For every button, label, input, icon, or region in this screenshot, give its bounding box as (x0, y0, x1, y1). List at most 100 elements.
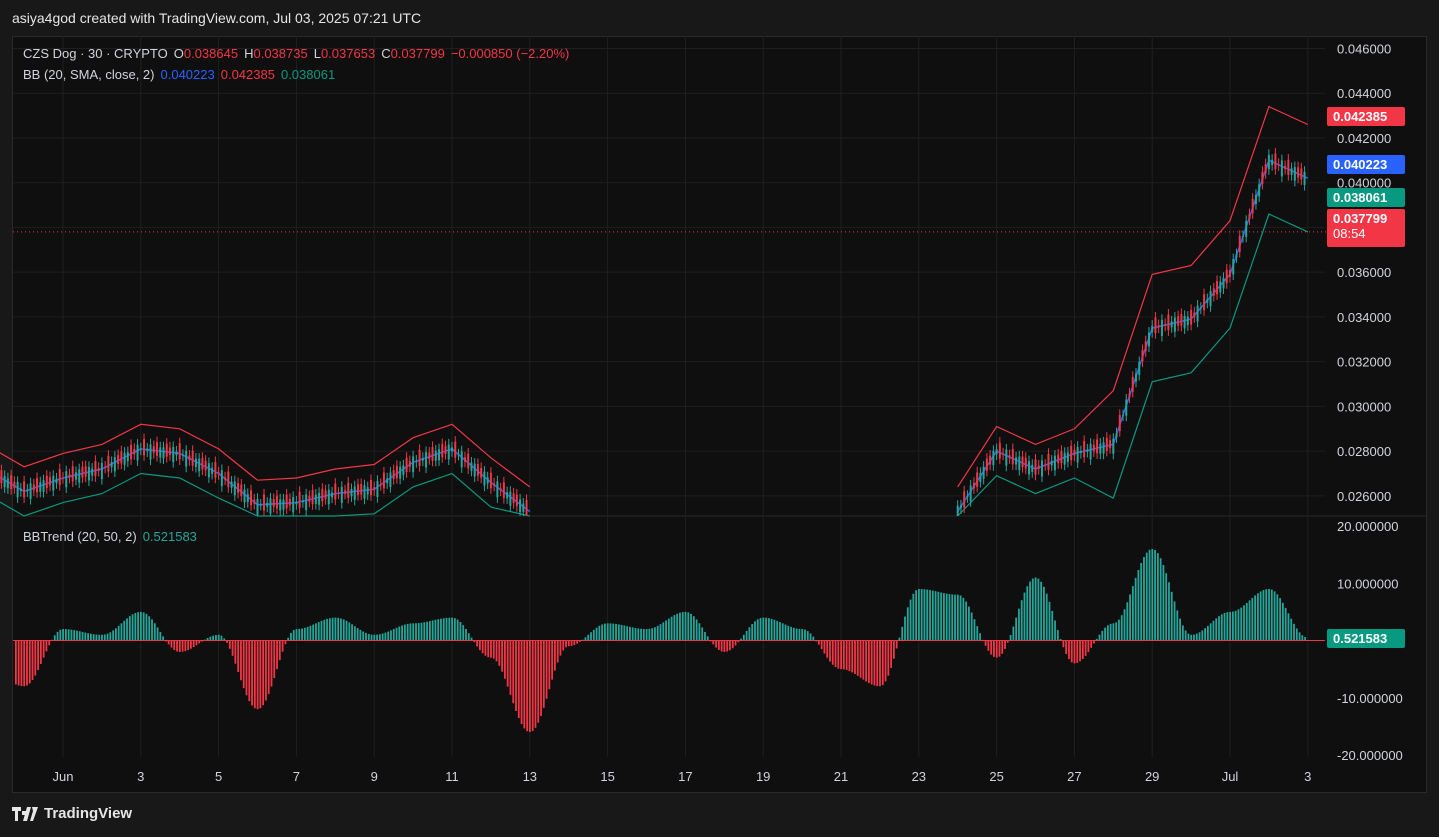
candle-body (340, 486, 343, 503)
bbtrend-bar (498, 640, 501, 666)
bb-legend[interactable]: BB (20, SMA, close, 2) 0.040223 0.042385 0.… (23, 67, 341, 82)
candle-body (1060, 450, 1063, 464)
bbtrend-bar (62, 629, 64, 641)
bbtrend-bar (37, 640, 39, 671)
bbtrend-bar (995, 640, 998, 658)
bbtrend-bar (1265, 589, 1268, 641)
bbtrend-bar (184, 640, 187, 652)
candle-body (19, 488, 22, 492)
candle-body (522, 503, 525, 512)
candle-body (58, 469, 61, 486)
bbtrend-bar (448, 617, 451, 641)
bbtrend-bar (948, 594, 951, 641)
candle-body (1128, 393, 1131, 398)
candle-body (512, 493, 515, 504)
bbtrend-bar (531, 640, 534, 732)
open-label: O (173, 46, 184, 61)
candle-body (120, 451, 123, 464)
footer: TradingView (12, 805, 132, 822)
candle-body (1287, 159, 1290, 176)
bbtrend-bar (984, 640, 987, 646)
bbtrend-bar (567, 640, 570, 647)
candle-body (1222, 277, 1225, 289)
bbtrend-bar (395, 627, 398, 641)
bbtrend-bar (812, 636, 815, 641)
candle-body (143, 439, 146, 456)
candle-body (159, 447, 162, 458)
bbtrend-bar (929, 590, 931, 641)
bbtrend-bar (976, 626, 979, 641)
bbtrend-bar (1220, 614, 1223, 641)
bbtrend-bar (951, 594, 954, 641)
bbtrend-bar (123, 620, 126, 641)
candle-body (1021, 456, 1024, 467)
bbtrend-bar (934, 591, 937, 641)
bbtrend-bar (993, 640, 995, 657)
bbtrend-bar (615, 623, 617, 641)
bbtrend-bar (904, 616, 906, 641)
bbtrend-bar (681, 612, 684, 641)
bbtrend-bar (87, 633, 90, 641)
bbtrend-legend[interactable]: BBTrend (20, 50, 2) 0.521583 (23, 529, 203, 544)
bbtrend-bar (717, 640, 720, 650)
bbtrend-bar (1151, 548, 1154, 641)
bbtrend-bar (806, 631, 809, 641)
candle-body (331, 492, 334, 498)
bbtrend-bar (1031, 578, 1034, 641)
low-label: L (313, 46, 321, 61)
bbtrend-bar (95, 634, 98, 641)
candle-body (379, 484, 382, 486)
bbtrend-bar (973, 619, 976, 641)
candle-body (327, 489, 330, 505)
brand-label[interactable]: TradingView (44, 805, 132, 822)
candle-body (250, 490, 253, 506)
candle-body (1216, 281, 1219, 295)
candle-body (301, 500, 304, 503)
symbol-label[interactable]: CZS Dog · 30 · CRYPTO (23, 46, 168, 61)
candle-body (224, 477, 227, 480)
candle-body (71, 466, 74, 482)
time-tick-label: 23 (912, 769, 926, 784)
bbtrend-bar (1137, 569, 1140, 641)
candle-body (175, 451, 178, 456)
bbtrend-bar (751, 624, 754, 641)
candle-body (525, 499, 528, 515)
bbtrend-bar (1179, 618, 1181, 641)
bbtrend-bar (823, 640, 826, 654)
bbtrend-bar (81, 631, 84, 641)
candle-body (405, 457, 408, 473)
candle-body (81, 466, 84, 478)
bbtrend-bar (587, 634, 590, 641)
candle-body (1008, 455, 1011, 459)
candle-body (246, 493, 249, 503)
candle-body (1105, 437, 1108, 451)
candle-body (110, 462, 113, 468)
bbtrend-bar (317, 622, 320, 641)
bbtrend-bar (779, 622, 781, 641)
candle-body (1018, 456, 1021, 470)
chart-canvas[interactable]: 0.0460000.0440000.0420000.0400000.038000… (0, 0, 1439, 837)
bbtrend-bar (495, 640, 498, 662)
candle-body (165, 443, 168, 457)
candle-body (74, 472, 77, 480)
candle-body (1180, 314, 1183, 326)
bbtrend-bar (801, 629, 804, 641)
bbtrend-bar (979, 633, 981, 641)
bbtrend-bar (817, 640, 820, 645)
bbtrend-bar (892, 640, 895, 659)
candle-body (6, 478, 9, 489)
bbtrend-bar (53, 635, 56, 641)
bbtrend-bar (776, 620, 779, 641)
candle-body (279, 499, 282, 511)
candle-body (969, 485, 972, 502)
bbtrend-bar (962, 597, 965, 641)
bbtrend-bar (873, 640, 876, 686)
lower-band-tag: 0.038061 (1327, 188, 1405, 207)
candle-body (473, 463, 476, 477)
candle-body (1076, 446, 1079, 463)
candle-body (52, 475, 55, 491)
bbtrend-bar (634, 627, 637, 641)
candle-body (288, 498, 291, 506)
candle-body (356, 484, 359, 496)
candle-body (178, 443, 181, 460)
